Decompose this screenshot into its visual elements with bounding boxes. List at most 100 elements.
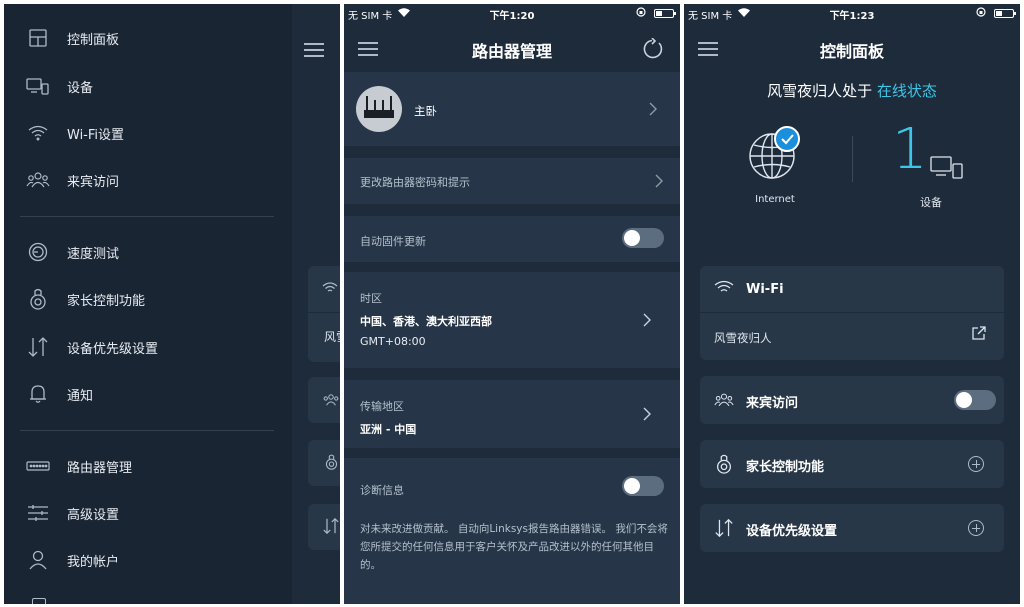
timezone-label: 时区 [360, 292, 382, 305]
chevron-right-icon [655, 174, 663, 188]
internet-label: Internet [755, 194, 795, 205]
menu-item-label: 我的帐户 [67, 554, 120, 570]
menu-item-parental-controls[interactable]: 家长控制功能 [4, 279, 292, 319]
router-image [356, 86, 402, 132]
guest-icon [714, 393, 734, 407]
guest-icon [323, 394, 339, 406]
page-title: 路由器管理 [471, 42, 552, 61]
menu-item-device-priority[interactable]: 设备优先级设置 [4, 327, 292, 367]
menu-item-dashboard[interactable]: 控制面板 [4, 18, 292, 58]
menu-item-guest-access[interactable]: 来宾访问 [4, 160, 292, 200]
region-value: 亚洲 - 中国 [360, 423, 417, 436]
clock-text: 下午1:20 [489, 11, 535, 22]
menu-item-wifi-settings[interactable]: Wi-Fi设置 [4, 113, 292, 153]
external-link-icon[interactable] [972, 326, 986, 340]
menu-item-devices[interactable]: 设备 [4, 66, 292, 106]
menu-divider [20, 216, 274, 217]
chevron-right-icon [649, 102, 657, 116]
speedometer-icon [26, 240, 50, 264]
menu-item-label: 路由器管理 [67, 460, 133, 476]
chevron-right-icon [643, 407, 651, 421]
menu-item-speed-test[interactable]: 速度测试 [4, 232, 292, 272]
wifi-icon [322, 282, 338, 292]
wifi-card[interactable]: Wi-Fi 风雪夜归人 [700, 266, 1004, 360]
wifi-title: Wi-Fi [746, 282, 784, 297]
device-priority-card[interactable]: 设备优先级设置 [700, 504, 1004, 552]
priority-arrows-icon [323, 518, 339, 534]
menu-item-label: 设备优先级设置 [67, 341, 159, 357]
guest-access-title: 来宾访问 [746, 396, 799, 411]
diagnostics-label: 诊断信息 [360, 484, 404, 497]
timezone-offset: GMT+08:00 [360, 335, 426, 348]
add-icon[interactable] [968, 520, 984, 536]
sliders-icon [26, 501, 50, 525]
guest-access-card[interactable]: 来宾访问 [700, 376, 1004, 424]
menu-item-label: 高级设置 [67, 507, 120, 523]
bell-icon [26, 382, 50, 406]
side-menu-screen: 控制面板 设备 Wi-Fi设置 来宾访问 速度测试 家长控制功能 设备优先级设置… [4, 4, 340, 604]
peek-divider [308, 312, 340, 313]
region-label: 传输地区 [360, 400, 404, 413]
battery-icon [994, 9, 1016, 18]
side-menu: 控制面板 设备 Wi-Fi设置 来宾访问 速度测试 家长控制功能 设备优先级设置… [4, 4, 292, 604]
diagnostics-toggle[interactable] [622, 476, 664, 496]
menu-item-label: 设备 [67, 80, 94, 96]
menu-partial-icon [32, 598, 46, 604]
parental-controls-card[interactable]: 家长控制功能 [700, 440, 1004, 488]
battery-icon [654, 9, 676, 18]
peek-priority-card [308, 504, 340, 550]
menu-item-my-account[interactable]: 我的帐户 [4, 540, 292, 580]
status-bar: 无 SIM 卡 下午1:20 [344, 4, 680, 22]
change-password-row[interactable]: 更改路由器密码和提示 [344, 158, 680, 204]
peek-parental-card [308, 440, 340, 486]
menu-item-label: 来宾访问 [67, 174, 120, 190]
menu-item-label: 控制面板 [67, 32, 120, 48]
dashboard-screen: 无 SIM 卡 下午1:23 控制面板 风雪夜归人处于 在线状态 Interne… [684, 4, 1020, 604]
chevron-right-icon [643, 313, 651, 327]
devices-icon [26, 74, 50, 98]
device-priority-title: 设备优先级设置 [746, 524, 838, 539]
rotation-lock-icon [976, 7, 986, 17]
auto-firmware-toggle[interactable] [622, 228, 664, 248]
add-icon[interactable] [968, 456, 984, 472]
timezone-row[interactable]: 时区 中国、香港、澳大利亚西部 GMT+08:00 [344, 272, 680, 368]
wifi-icon [714, 280, 734, 292]
auto-firmware-label: 自动固件更新 [360, 235, 426, 248]
network-status-line: 风雪夜归人处于 在线状态 [684, 80, 1020, 101]
parental-control-icon [325, 454, 338, 470]
clock-text: 下午1:23 [829, 11, 875, 22]
peek-network-name: 风雪 [324, 330, 340, 344]
menu-divider [20, 430, 274, 431]
parental-controls-title: 家长控制功能 [746, 460, 825, 475]
transmit-region-row[interactable]: 传输地区 亚洲 - 中国 [344, 380, 680, 448]
dashboard-icon [26, 26, 50, 50]
guest-access-toggle[interactable] [954, 390, 996, 410]
menu-item-router-admin[interactable]: 路由器管理 [4, 446, 292, 486]
devices-icon [930, 156, 963, 179]
status-bar: 无 SIM 卡 下午1:23 [684, 4, 1020, 22]
hamburger-icon[interactable] [304, 42, 326, 58]
device-count[interactable]: 1 [892, 118, 928, 182]
menu-item-label: 速度测试 [67, 246, 120, 262]
menu-item-label: 家长控制功能 [67, 293, 146, 309]
parental-control-icon [26, 287, 50, 311]
menu-item-label: Wi-Fi设置 [67, 127, 125, 143]
router-icon [26, 454, 50, 478]
priority-arrows-icon [26, 335, 50, 359]
online-check-icon [774, 126, 800, 152]
timezone-value: 中国、香港、澳大利亚西部 [360, 315, 492, 328]
menu-item-label: 通知 [67, 388, 94, 404]
menu-item-notifications[interactable]: 通知 [4, 374, 292, 414]
priority-arrows-icon [715, 518, 733, 538]
wifi-icon [26, 121, 50, 145]
diagnostics-description: 对未来改进做贡献。 自动向Linksys报告路由器错误。 我们不会将您所提交的任… [360, 523, 668, 571]
rotation-lock-icon [636, 7, 646, 17]
parental-control-icon [717, 454, 731, 474]
router-card[interactable]: 主卧 [344, 72, 680, 146]
menu-item-advanced-settings[interactable]: 高级设置 [4, 493, 292, 533]
network-name: 风雪夜归人处于 [767, 82, 873, 100]
auto-firmware-row: 自动固件更新 [344, 216, 680, 262]
online-status: 在线状态 [876, 82, 937, 100]
page-title: 控制面板 [819, 42, 884, 61]
refresh-icon[interactable] [642, 38, 664, 60]
